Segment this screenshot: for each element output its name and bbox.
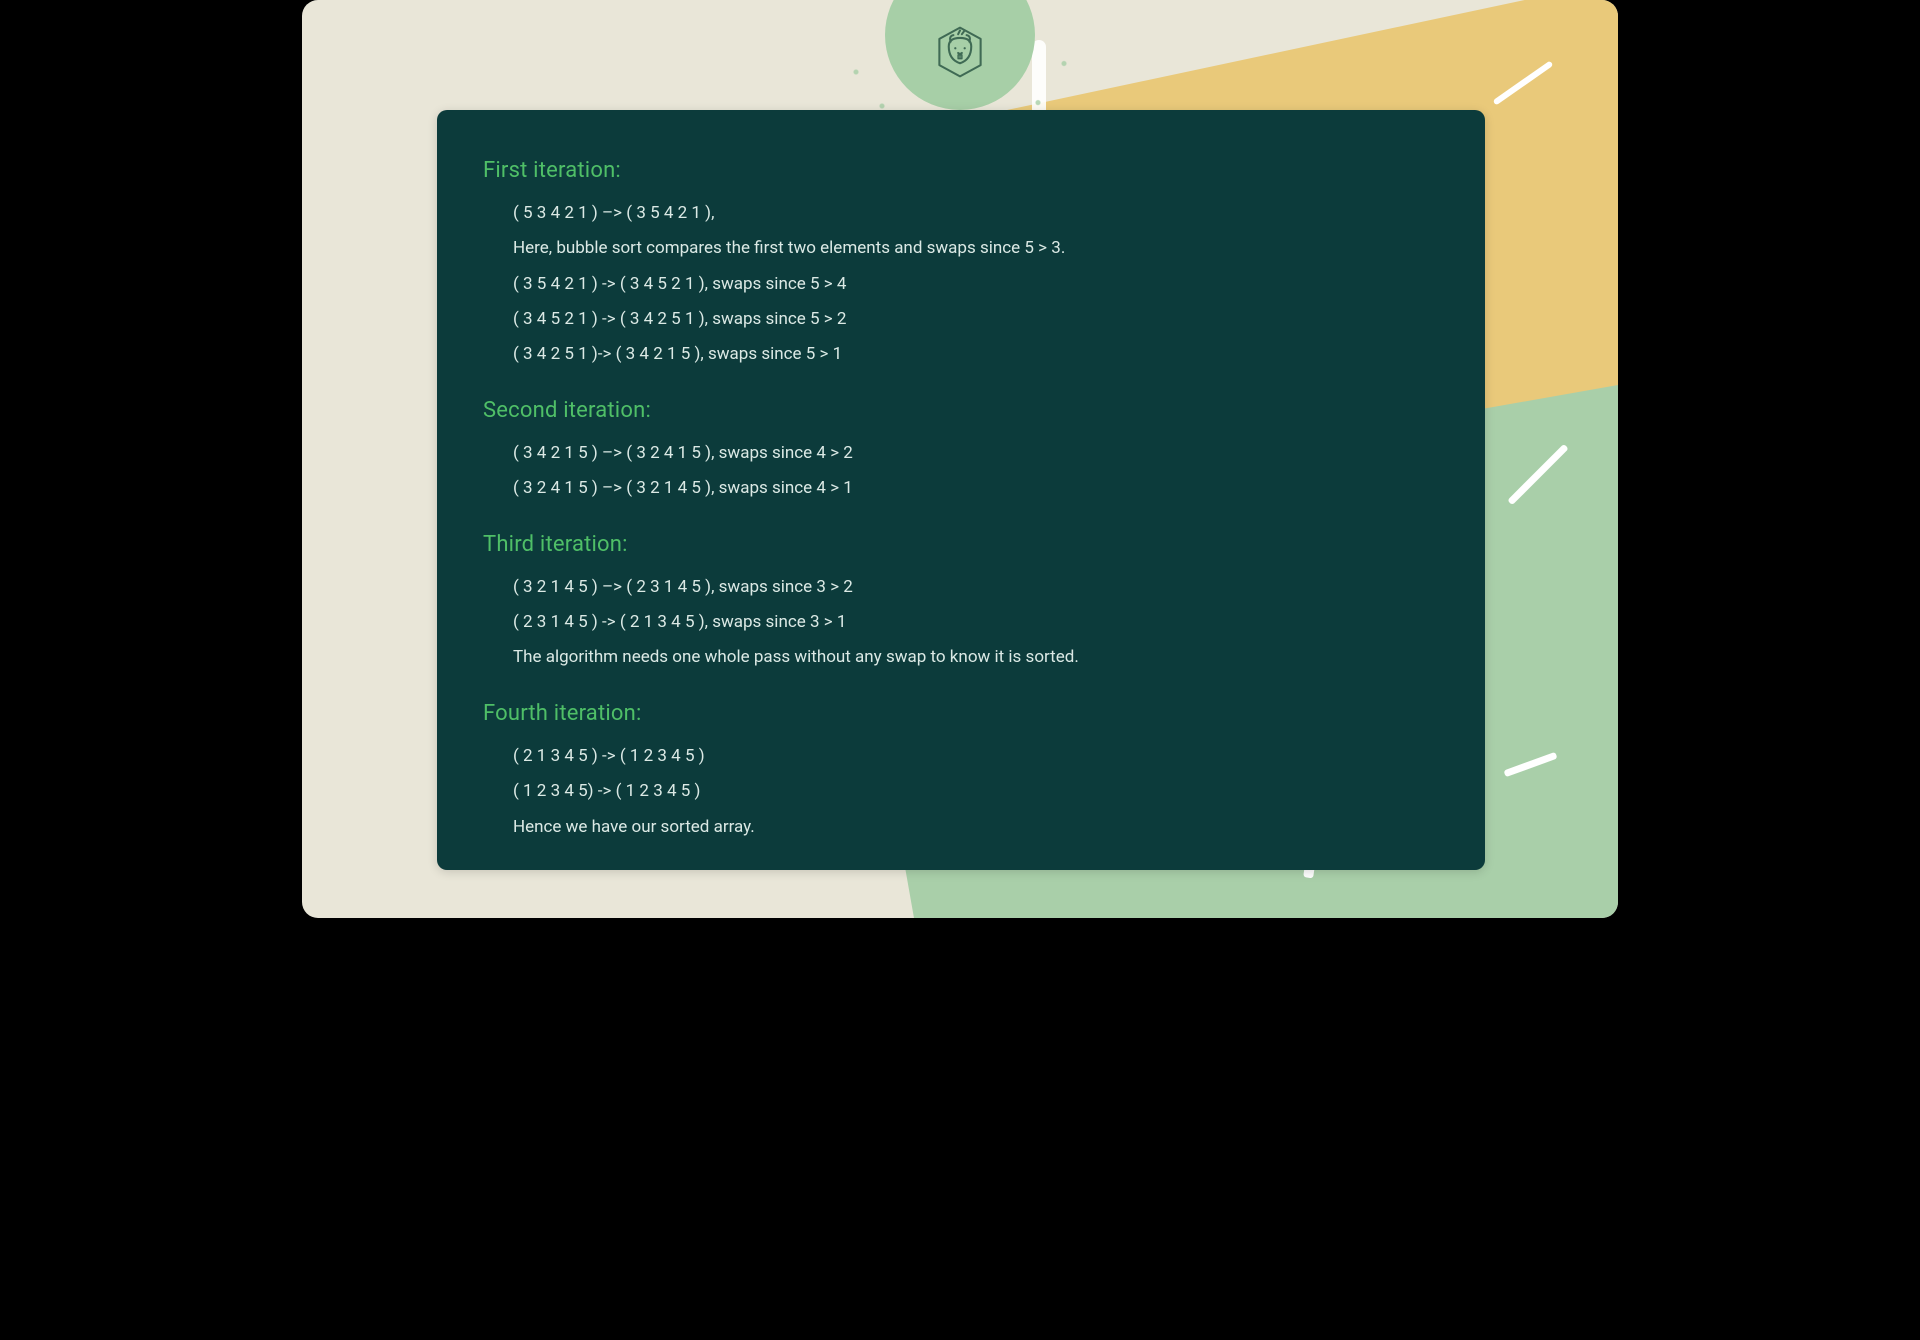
iteration-heading: First iteration: [483,154,1439,188]
iteration-section-2: Second iteration: ( 3 4 2 1 5 ) –> ( 3 2… [483,394,1439,502]
iteration-section-4: Fourth iteration: ( 2 1 3 4 5 ) -> ( 1 2… [483,697,1439,840]
iteration-lines: ( 3 4 2 1 5 ) –> ( 3 2 4 1 5 ), swaps si… [483,440,1439,502]
iteration-heading: Third iteration: [483,528,1439,562]
iteration-section-3: Third iteration: ( 3 2 1 4 5 ) –> ( 2 3 … [483,528,1439,671]
iteration-line: ( 5 3 4 2 1 ) –> ( 3 5 4 2 1 ), [513,200,1439,226]
iteration-line: ( 3 4 2 5 1 )-> ( 3 4 2 1 5 ), swaps sin… [513,341,1439,367]
iteration-lines: ( 3 2 1 4 5 ) –> ( 2 3 1 4 5 ), swaps si… [483,574,1439,671]
iteration-section-1: First iteration: ( 5 3 4 2 1 ) –> ( 3 5 … [483,154,1439,368]
logo-wrap [860,0,1060,110]
iteration-line: Here, bubble sort compares the first two… [513,235,1439,261]
iteration-line: ( 3 2 4 1 5 ) –> ( 3 2 1 4 5 ), swaps si… [513,475,1439,501]
iteration-lines: ( 2 1 3 4 5 ) -> ( 1 2 3 4 5 ) ( 1 2 3 4… [483,743,1439,840]
content-card: First iteration: ( 5 3 4 2 1 ) –> ( 3 5 … [437,110,1485,870]
iteration-line: ( 3 5 4 2 1 ) -> ( 3 4 5 2 1 ), swaps si… [513,271,1439,297]
iteration-line: ( 2 1 3 4 5 ) -> ( 1 2 3 4 5 ) [513,743,1439,769]
iteration-heading: Fourth iteration: [483,697,1439,731]
iteration-line: The algorithm needs one whole pass witho… [513,644,1439,670]
iteration-lines: ( 5 3 4 2 1 ) –> ( 3 5 4 2 1 ), Here, bu… [483,200,1439,368]
beaver-logo-icon [930,22,990,82]
iteration-line: ( 3 4 2 1 5 ) –> ( 3 2 4 1 5 ), swaps si… [513,440,1439,466]
iteration-line: ( 1 2 3 4 5) -> ( 1 2 3 4 5 ) [513,778,1439,804]
page-canvas: First iteration: ( 5 3 4 2 1 ) –> ( 3 5 … [302,0,1618,918]
iteration-line: ( 2 3 1 4 5 ) -> ( 2 1 3 4 5 ), swaps si… [513,609,1439,635]
iteration-heading: Second iteration: [483,394,1439,428]
iteration-line: Hence we have our sorted array. [513,814,1439,840]
iteration-line: ( 3 2 1 4 5 ) –> ( 2 3 1 4 5 ), swaps si… [513,574,1439,600]
iteration-line: ( 3 4 5 2 1 ) -> ( 3 4 2 5 1 ), swaps si… [513,306,1439,332]
